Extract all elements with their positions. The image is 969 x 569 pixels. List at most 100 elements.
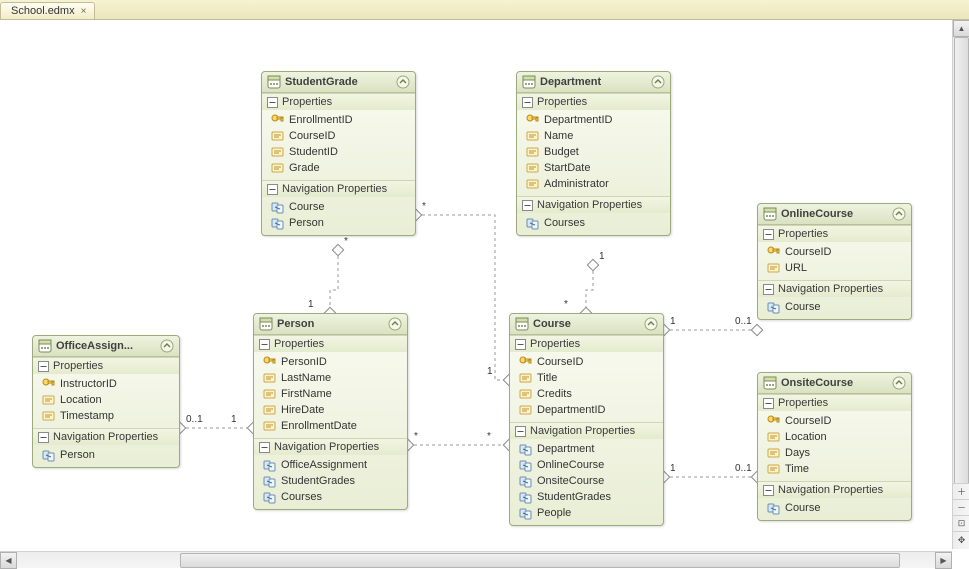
nav-properties-header[interactable]: Navigation Properties [510, 423, 663, 439]
properties-header[interactable]: Properties [33, 358, 179, 374]
nav-property-item[interactable]: Department [516, 441, 661, 457]
collapse-icon[interactable] [892, 376, 906, 390]
expand-toggle-icon[interactable] [38, 432, 49, 443]
expand-toggle-icon[interactable] [522, 97, 533, 108]
property-item[interactable]: Grade [268, 160, 413, 176]
nav-property-item[interactable]: Person [268, 215, 413, 231]
close-icon[interactable]: × [81, 6, 87, 17]
entity-header[interactable]: OnsiteCourse [758, 373, 911, 394]
expand-toggle-icon[interactable] [763, 284, 774, 295]
nav-property-item[interactable]: OfficeAssignment [260, 457, 405, 473]
tab-school-edmx[interactable]: School.edmx × [0, 2, 95, 19]
entity-onlineCourse[interactable]: OnlineCourse Properties CourseID URL Nav… [757, 203, 912, 320]
property-item[interactable]: FirstName [260, 386, 405, 402]
collapse-icon[interactable] [892, 207, 906, 221]
properties-header[interactable]: Properties [517, 94, 670, 110]
entity-header[interactable]: StudentGrade [262, 72, 415, 93]
property-item[interactable]: CourseID [516, 354, 661, 370]
collapse-icon[interactable] [160, 339, 174, 353]
expand-toggle-icon[interactable] [763, 229, 774, 240]
properties-header[interactable]: Properties [758, 226, 911, 242]
nav-property-item[interactable]: OnsiteCourse [516, 473, 661, 489]
nav-properties-header[interactable]: Navigation Properties [758, 281, 911, 297]
property-item[interactable]: Days [764, 445, 909, 461]
entity-header[interactable]: OfficeAssign... [33, 336, 179, 357]
expand-toggle-icon[interactable] [267, 97, 278, 108]
property-item[interactable]: Budget [523, 144, 668, 160]
scroll-right-icon[interactable]: ▶ [935, 552, 952, 569]
collapse-icon[interactable] [388, 317, 402, 331]
properties-header[interactable]: Properties [758, 395, 911, 411]
diagram-canvas[interactable]: OfficeAssign... Properties InstructorID … [0, 20, 949, 549]
nav-property-item[interactable]: Courses [523, 215, 668, 231]
expand-toggle-icon[interactable] [259, 339, 270, 350]
pan-icon[interactable]: ✥ [953, 532, 969, 548]
nav-property-item[interactable]: Course [764, 299, 909, 315]
collapse-icon[interactable] [396, 75, 410, 89]
properties-header[interactable]: Properties [510, 336, 663, 352]
property-item[interactable]: LastName [260, 370, 405, 386]
nav-property-item[interactable]: Person [39, 447, 177, 463]
zoom-in-icon[interactable]: ＋ [953, 484, 969, 500]
entity-header[interactable]: OnlineCourse [758, 204, 911, 225]
expand-toggle-icon[interactable] [267, 184, 278, 195]
property-item[interactable]: Timestamp [39, 408, 177, 424]
property-item[interactable]: CourseID [268, 128, 413, 144]
nav-property-item[interactable]: Course [764, 500, 909, 516]
expand-toggle-icon[interactable] [515, 426, 526, 437]
entity-header[interactable]: Department [517, 72, 670, 93]
property-item[interactable]: URL [764, 260, 909, 276]
entity-header[interactable]: Course [510, 314, 663, 335]
expand-toggle-icon[interactable] [763, 485, 774, 496]
nav-property-item[interactable]: StudentGrades [260, 473, 405, 489]
entity-onsiteCourse[interactable]: OnsiteCourse Properties CourseID Locatio… [757, 372, 912, 521]
scroll-up-icon[interactable]: ▲ [953, 20, 969, 37]
nav-properties-header[interactable]: Navigation Properties [262, 181, 415, 197]
expand-toggle-icon[interactable] [515, 339, 526, 350]
nav-properties-header[interactable]: Navigation Properties [33, 429, 179, 445]
property-item[interactable]: DepartmentID [523, 112, 668, 128]
nav-property-item[interactable]: OnlineCourse [516, 457, 661, 473]
expand-toggle-icon[interactable] [38, 361, 49, 372]
property-item[interactable]: EnrollmentDate [260, 418, 405, 434]
nav-property-item[interactable]: People [516, 505, 661, 521]
properties-header[interactable]: Properties [254, 336, 407, 352]
expand-toggle-icon[interactable] [763, 398, 774, 409]
entity-officeAssignment[interactable]: OfficeAssign... Properties InstructorID … [32, 335, 180, 468]
nav-properties-header[interactable]: Navigation Properties [254, 439, 407, 455]
entity-course[interactable]: Course Properties CourseID Title Credits… [509, 313, 664, 526]
property-item[interactable]: EnrollmentID [268, 112, 413, 128]
horizontal-scroll-thumb[interactable] [180, 553, 900, 568]
property-item[interactable]: Location [764, 429, 909, 445]
properties-header[interactable]: Properties [262, 94, 415, 110]
expand-toggle-icon[interactable] [522, 200, 533, 211]
collapse-icon[interactable] [644, 317, 658, 331]
vertical-scroll-thumb[interactable] [954, 37, 969, 532]
nav-property-item[interactable]: Courses [260, 489, 405, 505]
entity-studentGrade[interactable]: StudentGrade Properties EnrollmentID Cou… [261, 71, 416, 236]
zoom-fit-icon[interactable]: ⊡ [953, 516, 969, 532]
entity-header[interactable]: Person [254, 314, 407, 335]
property-item[interactable]: CourseID [764, 413, 909, 429]
horizontal-scrollbar[interactable]: ◀ ▶ [0, 551, 952, 568]
nav-properties-header[interactable]: Navigation Properties [758, 482, 911, 498]
entity-person[interactable]: Person Properties PersonID LastName Firs… [253, 313, 408, 510]
property-item[interactable]: Title [516, 370, 661, 386]
property-item[interactable]: Administrator [523, 176, 668, 192]
entity-department[interactable]: Department Properties DepartmentID Name … [516, 71, 671, 236]
property-item[interactable]: DepartmentID [516, 402, 661, 418]
property-item[interactable]: CourseID [764, 244, 909, 260]
property-item[interactable]: Name [523, 128, 668, 144]
nav-property-item[interactable]: Course [268, 199, 413, 215]
zoom-out-icon[interactable]: － [953, 500, 969, 516]
property-item[interactable]: InstructorID [39, 376, 177, 392]
nav-properties-header[interactable]: Navigation Properties [517, 197, 670, 213]
vertical-scrollbar[interactable]: ▲ ▼ [952, 20, 969, 549]
property-item[interactable]: Credits [516, 386, 661, 402]
property-item[interactable]: Location [39, 392, 177, 408]
property-item[interactable]: PersonID [260, 354, 405, 370]
property-item[interactable]: StudentID [268, 144, 413, 160]
property-item[interactable]: Time [764, 461, 909, 477]
nav-property-item[interactable]: StudentGrades [516, 489, 661, 505]
property-item[interactable]: StartDate [523, 160, 668, 176]
